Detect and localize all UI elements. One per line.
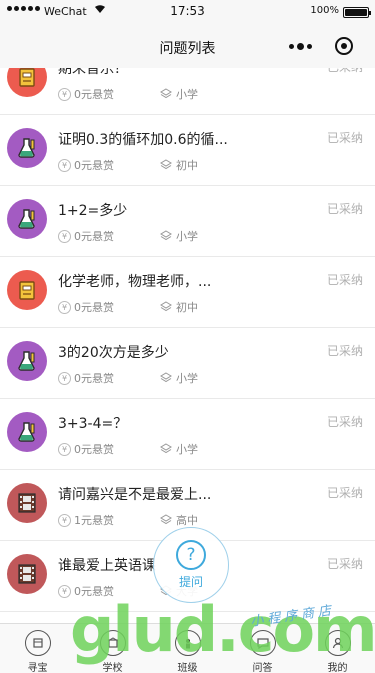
tab-profile[interactable]: 我的 bbox=[300, 624, 375, 673]
status-badge: 已采纳 bbox=[326, 273, 363, 287]
bounty-amount: 0元悬赏 bbox=[74, 443, 114, 456]
status-badge: 已采纳 bbox=[327, 68, 363, 75]
flask-icon bbox=[7, 199, 47, 239]
bounty-amount: 0元悬赏 bbox=[74, 372, 114, 385]
question-item[interactable]: 期末音乐？ 已采纳 ¥0元悬赏 小学 bbox=[0, 68, 375, 115]
grade-level: 小学 bbox=[176, 230, 198, 243]
profile-icon bbox=[324, 630, 351, 656]
bounty-amount: 0元悬赏 bbox=[74, 301, 114, 314]
status-badge: 已采纳 bbox=[326, 344, 363, 358]
question-title: 3+3-4=？ bbox=[58, 416, 128, 432]
bounty-amount: 0元悬赏 bbox=[74, 585, 114, 598]
mini-program-capsule bbox=[279, 31, 365, 61]
tab-qa[interactable]: 问答 bbox=[225, 624, 300, 673]
status-badge: 已采纳 bbox=[326, 202, 363, 216]
ask-question-label: 提问 bbox=[178, 575, 203, 589]
layers-icon bbox=[160, 372, 172, 384]
yen-icon: ¥ bbox=[58, 513, 71, 527]
navigation-bar: 问题列表 bbox=[0, 24, 375, 68]
question-item[interactable]: 化学老师，物理老师，... 已采纳 ¥0元悬赏 初中 bbox=[0, 257, 375, 328]
tab-label: 我的 bbox=[327, 663, 348, 673]
status-badge: 已采纳 bbox=[326, 131, 363, 145]
question-title: 化学老师，物理老师，... bbox=[58, 274, 212, 290]
question-meta: ¥0元悬赏 初中 bbox=[58, 299, 198, 315]
class-icon bbox=[174, 630, 201, 656]
flask-icon bbox=[7, 412, 47, 452]
film-icon bbox=[7, 483, 47, 523]
tab-school[interactable]: 学校 bbox=[75, 624, 150, 673]
question-item[interactable]: 3的20次方是多少 已采纳 ¥0元悬赏 小学 bbox=[0, 328, 375, 399]
treasure-icon bbox=[24, 630, 51, 656]
yen-icon: ¥ bbox=[58, 87, 71, 101]
question-meta: ¥0元悬赏 小学 bbox=[58, 86, 198, 102]
layers-icon bbox=[160, 88, 172, 100]
question-item[interactable]: 1+2=多少 已采纳 ¥0元悬赏 小学 bbox=[0, 186, 375, 257]
layers-icon bbox=[160, 230, 172, 242]
flask-icon bbox=[7, 341, 47, 381]
status-badge: 已采纳 bbox=[326, 557, 363, 571]
layers-icon bbox=[160, 514, 172, 526]
question-item[interactable]: 证明0.3的循环加0.6的循... 已采纳 ¥0元悬赏 初中 bbox=[0, 115, 375, 186]
more-button[interactable] bbox=[279, 31, 322, 61]
yen-icon: ¥ bbox=[58, 371, 71, 385]
yen-icon: ¥ bbox=[58, 229, 71, 243]
book-icon bbox=[7, 270, 47, 310]
bounty-amount: 1元悬赏 bbox=[74, 514, 114, 527]
school-icon bbox=[99, 630, 126, 656]
bounty-amount: 0元悬赏 bbox=[74, 230, 114, 243]
film-icon bbox=[7, 554, 47, 594]
flask-icon bbox=[7, 128, 47, 168]
question-title: 期末音乐？ bbox=[58, 68, 128, 77]
question-meta: ¥0元悬赏 初中 bbox=[58, 157, 198, 173]
yen-icon: ¥ bbox=[58, 158, 71, 172]
tab-class[interactable]: 班级 bbox=[150, 624, 225, 673]
question-meta: ¥1元悬赏 高中 bbox=[58, 512, 198, 528]
tab-treasure[interactable]: 寻宝 bbox=[0, 624, 75, 673]
grade-level: 初中 bbox=[176, 301, 198, 314]
layers-icon bbox=[160, 443, 172, 455]
question-meta: ¥0元悬赏 小学 bbox=[58, 370, 198, 386]
yen-icon: ¥ bbox=[58, 442, 71, 456]
target-icon bbox=[334, 37, 353, 55]
status-badge: 已采纳 bbox=[326, 415, 363, 429]
question-meta: ¥0元悬赏 小学 bbox=[58, 228, 198, 244]
status-badge: 已采纳 bbox=[326, 486, 363, 500]
grade-level: 小学 bbox=[176, 443, 198, 456]
grade-level: 小学 bbox=[176, 372, 198, 385]
ask-question-button[interactable]: ? 提问 bbox=[153, 527, 229, 603]
question-title: 请问嘉兴是不是最爱上... bbox=[58, 487, 212, 503]
battery-percent: 100% bbox=[310, 5, 339, 16]
tab-bar: 寻宝 学校 班级 问答 我的 bbox=[0, 623, 375, 673]
grade-level: 小学 bbox=[176, 88, 198, 101]
battery-icon bbox=[343, 7, 371, 18]
close-button[interactable] bbox=[322, 31, 365, 61]
qa-icon bbox=[249, 630, 276, 656]
status-bar: WeChat 17:53 100% bbox=[0, 0, 375, 24]
question-title: 证明0.3的循环加0.6的循... bbox=[58, 132, 228, 148]
tab-label: 学校 bbox=[102, 663, 123, 673]
layers-icon bbox=[160, 159, 172, 171]
grade-level: 高中 bbox=[176, 514, 198, 527]
question-title: 3的20次方是多少 bbox=[58, 345, 169, 361]
question-meta: ¥0元悬赏 小学 bbox=[58, 441, 198, 457]
grade-level: 初中 bbox=[176, 159, 198, 172]
yen-icon: ¥ bbox=[58, 300, 71, 314]
tab-label: 班级 bbox=[177, 663, 198, 673]
question-item[interactable]: 3+3-4=？ 已采纳 ¥0元悬赏 小学 bbox=[0, 399, 375, 470]
tab-label: 寻宝 bbox=[27, 663, 48, 673]
tab-label: 问答 bbox=[252, 663, 273, 673]
bounty-amount: 0元悬赏 bbox=[74, 159, 114, 172]
layers-icon bbox=[160, 301, 172, 313]
question-title: 1+2=多少 bbox=[58, 203, 128, 219]
question-mark-icon: ? bbox=[176, 540, 206, 570]
book-icon bbox=[7, 68, 47, 97]
yen-icon: ¥ bbox=[58, 584, 71, 598]
bounty-amount: 0元悬赏 bbox=[74, 88, 114, 101]
